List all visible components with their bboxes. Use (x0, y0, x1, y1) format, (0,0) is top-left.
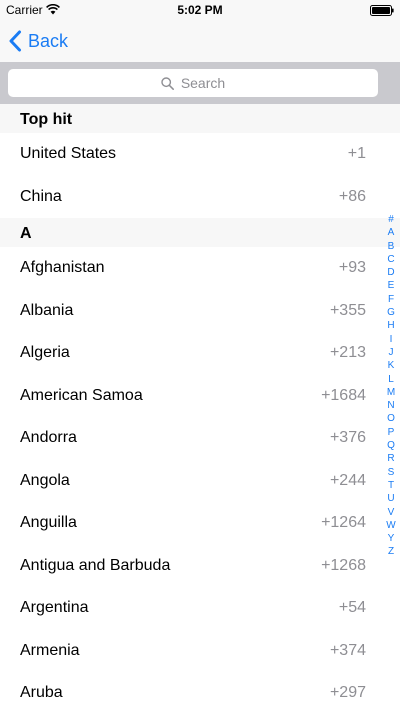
dial-code: +376 (329, 429, 366, 446)
section-index-letter[interactable]: S (388, 466, 395, 479)
section-index-letter[interactable]: V (388, 506, 395, 519)
country-list: Top hit United States +1 China +86 A Afghanist… (0, 104, 400, 711)
country-name: Antigua and Barbuda (20, 556, 171, 574)
dial-code: +297 (329, 684, 366, 701)
section-index-letter[interactable]: F (388, 293, 394, 306)
section-index-letter[interactable]: A (388, 226, 395, 239)
country-name: Anguilla (20, 514, 77, 531)
search-input[interactable]: Search (8, 69, 378, 97)
country-name: Afghanistan (20, 259, 105, 276)
section-index-letter[interactable]: Q (387, 439, 395, 452)
section-header: A (0, 218, 400, 247)
country-row[interactable]: Anguilla +1264 (0, 502, 400, 545)
country-name: Aruba (20, 684, 63, 701)
section-index-letter[interactable]: Y (388, 532, 395, 545)
country-name: Algeria (20, 344, 70, 361)
dial-code: +54 (338, 599, 366, 616)
dial-code: +374 (329, 641, 366, 659)
dial-code: +244 (329, 471, 366, 489)
country-name: Armenia (20, 641, 80, 659)
dial-code: +355 (329, 301, 366, 319)
section-index-letter[interactable]: G (387, 306, 395, 319)
dial-code: +86 (338, 187, 366, 205)
country-row[interactable]: Albania +355 (0, 289, 400, 332)
country-name: Albania (20, 301, 74, 319)
dial-code: +1264 (321, 514, 366, 531)
country-name: Andorra (20, 429, 77, 446)
section-index-letter[interactable]: L (388, 373, 394, 386)
dial-code: +213 (329, 344, 366, 361)
search-icon (161, 76, 174, 90)
country-row[interactable]: Angola +244 (0, 459, 400, 502)
dial-code: +93 (338, 259, 366, 276)
search-placeholder: Search (180, 75, 226, 91)
screen: Carrier 5:02 PM Back Search Top hit Unit… (0, 0, 400, 711)
dial-code: +1268 (321, 556, 366, 574)
section-header: Top hit (0, 104, 400, 133)
section-index[interactable]: # A B C D E F G H I J K L M N O P Q R S T U V W Y Z (384, 213, 398, 559)
section-index-letter[interactable]: P (388, 426, 395, 439)
section-index-letter[interactable]: B (388, 240, 395, 253)
back-button[interactable]: Back (8, 27, 68, 55)
country-row[interactable]: Algeria +213 (0, 332, 400, 375)
search-bar: Search (0, 62, 400, 104)
country-row[interactable]: Antigua and Barbuda +1268 (0, 544, 400, 587)
dial-code: +1684 (321, 386, 366, 404)
country-row[interactable]: American Samoa +1684 (0, 374, 400, 417)
country-name: Angola (20, 471, 70, 489)
section-index-letter[interactable]: D (387, 266, 394, 279)
chevron-left-icon (9, 30, 21, 52)
section-index-letter[interactable]: I (390, 333, 393, 346)
country-row[interactable]: Aruba +297 (0, 672, 400, 711)
country-row[interactable]: Afghanistan +93 (0, 247, 400, 290)
section-index-letter[interactable]: E (388, 279, 395, 292)
country-name: China (20, 187, 62, 205)
section-index-letter[interactable]: T (388, 479, 394, 492)
section-index-letter[interactable]: M (387, 386, 395, 399)
section-index-letter[interactable]: U (387, 492, 394, 505)
section-index-letter[interactable]: O (387, 412, 395, 425)
section-index-letter[interactable]: # (388, 213, 394, 226)
country-row[interactable]: Andorra +376 (0, 417, 400, 460)
section-index-letter[interactable]: Z (388, 545, 394, 558)
section-index-letter[interactable]: R (387, 452, 394, 465)
country-row[interactable]: Armenia +374 (0, 629, 400, 672)
section-index-letter[interactable]: N (387, 399, 394, 412)
country-name: American Samoa (20, 386, 143, 404)
status-bar: Carrier 5:02 PM (0, 0, 400, 20)
section-index-letter[interactable]: J (389, 346, 394, 359)
section-index-letter[interactable]: K (388, 359, 395, 372)
navigation-bar: Back (0, 20, 400, 62)
country-row[interactable]: United States +1 (0, 133, 400, 176)
country-name: United States (20, 145, 117, 162)
section-index-letter[interactable]: H (387, 319, 394, 332)
country-row[interactable]: China +86 (0, 175, 400, 218)
status-time: 5:02 PM (177, 3, 223, 17)
country-name: Argentina (20, 599, 89, 616)
battery-icon (370, 5, 394, 16)
country-row[interactable]: Argentina +54 (0, 587, 400, 630)
section-index-letter[interactable]: C (387, 253, 394, 266)
back-label: Back (28, 30, 69, 51)
section-index-letter[interactable]: W (386, 519, 395, 532)
dial-code: +1 (347, 145, 366, 162)
